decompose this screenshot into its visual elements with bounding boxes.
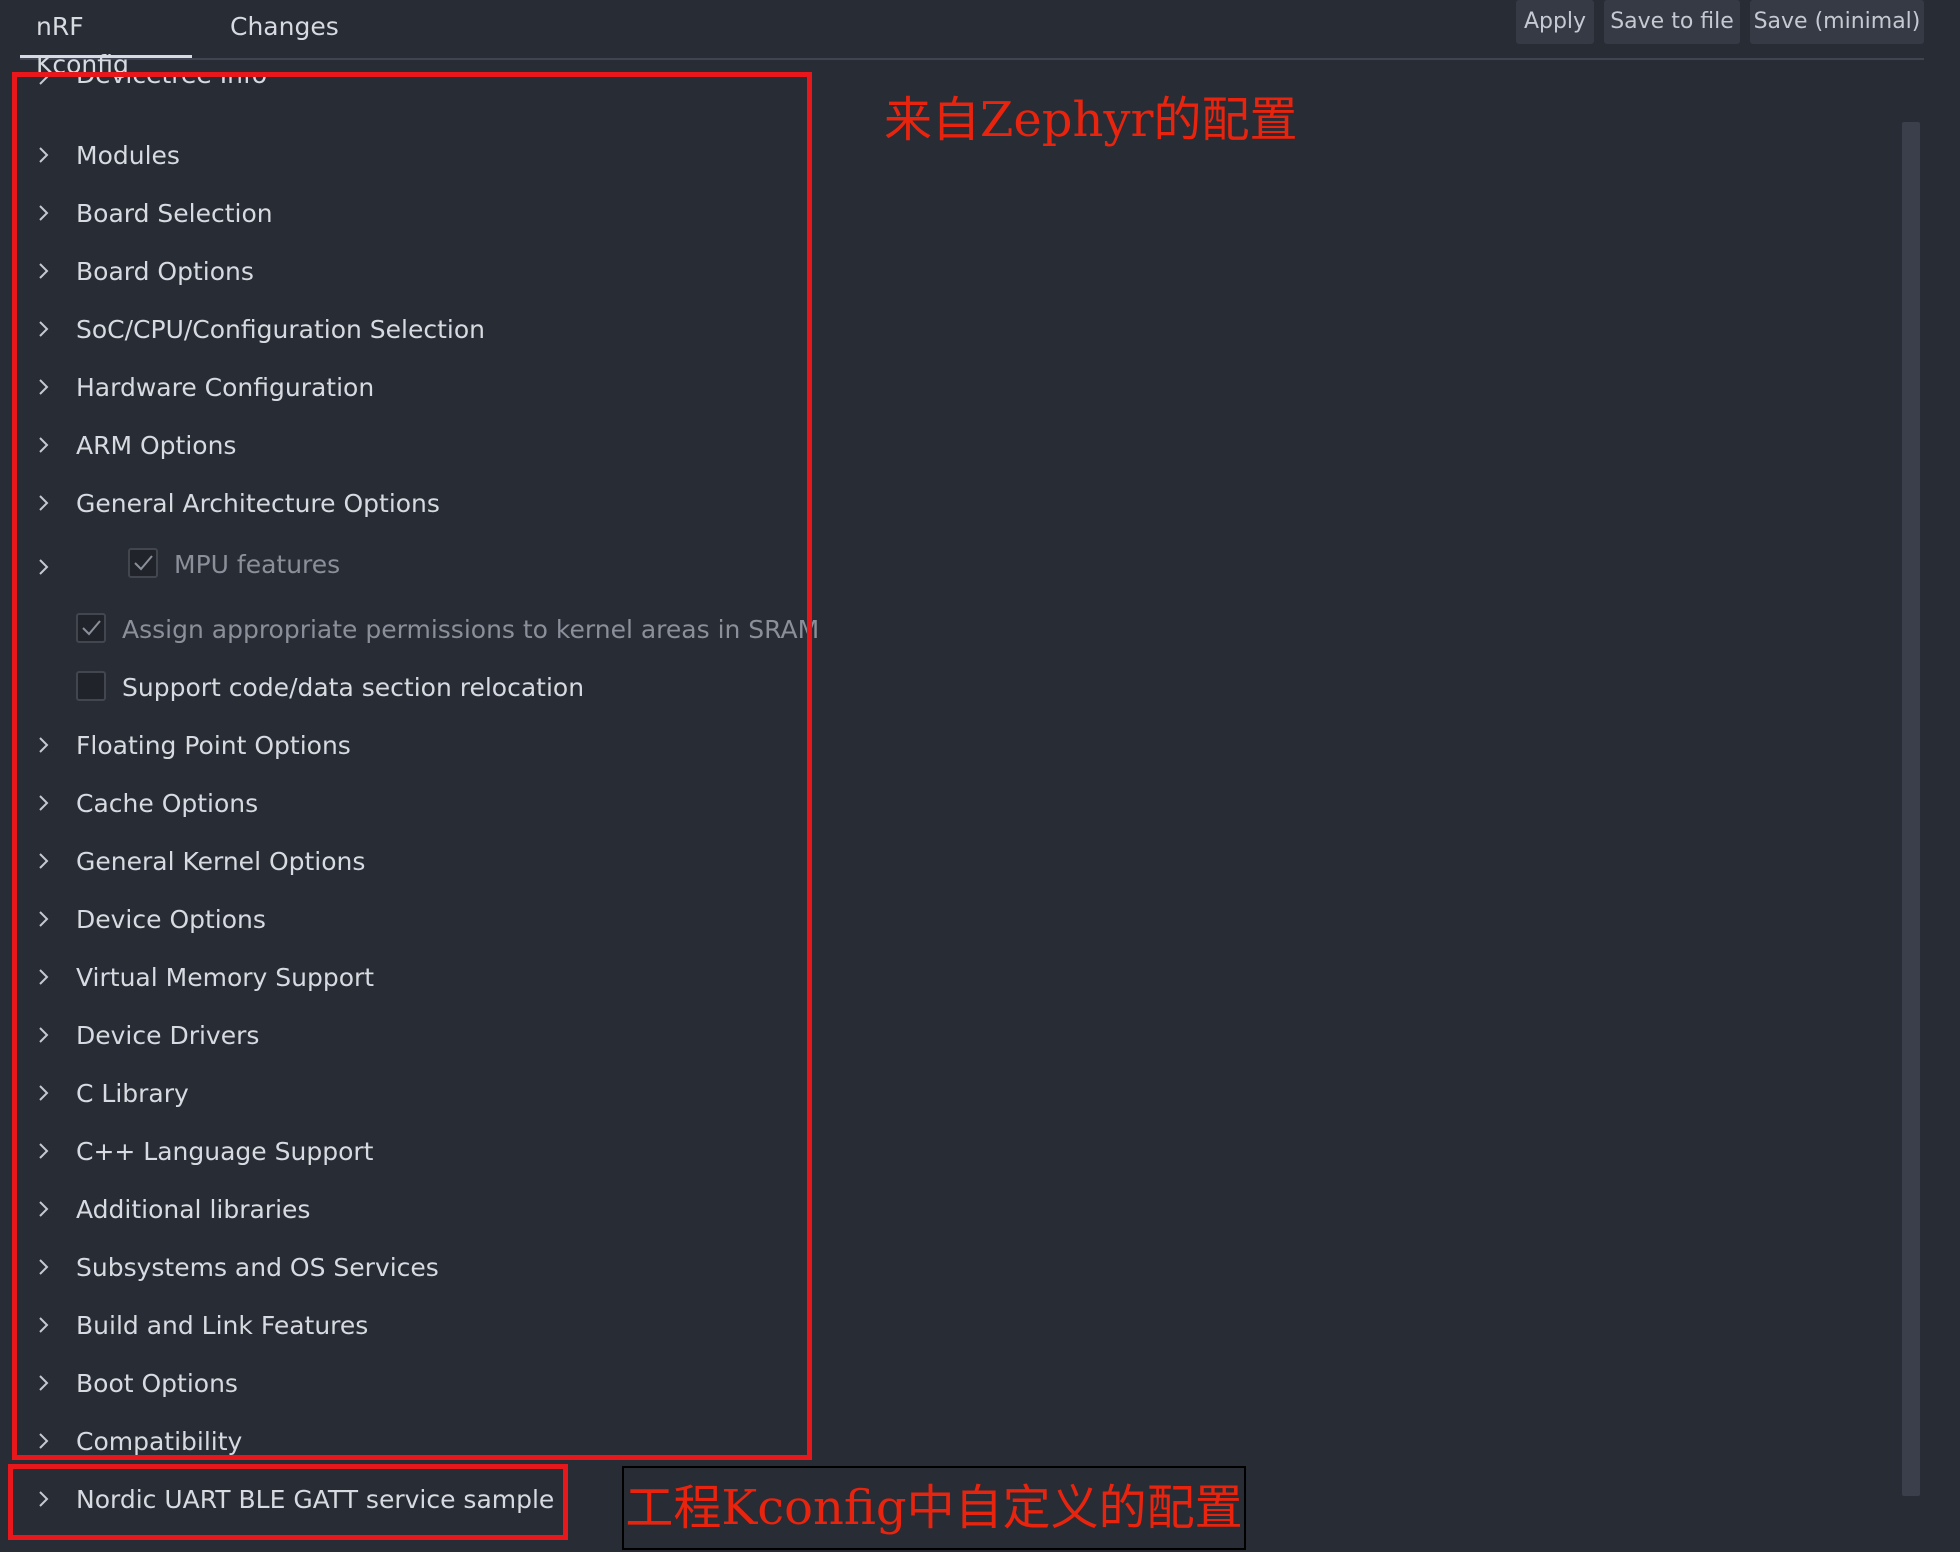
chevron-right-icon[interactable] — [32, 1430, 54, 1452]
chevron-right-icon[interactable] — [32, 144, 54, 166]
chevron-right-icon[interactable] — [32, 966, 54, 988]
tree-item-label: Support code/data section relocation — [122, 673, 585, 702]
tree-item-additional-libraries[interactable]: Additional libraries — [20, 1185, 800, 1235]
tree-item-label: General Architecture Options — [76, 489, 440, 518]
chevron-right-icon[interactable] — [32, 908, 54, 930]
tree-item-kernel-sram-permissions[interactable]: Assign appropriate permissions to kernel… — [20, 605, 819, 655]
tree-item-board-options[interactable]: Board Options — [20, 247, 800, 297]
tree-item-label: Cache Options — [76, 789, 259, 818]
tree-item-label: Board Options — [76, 257, 254, 286]
tree-item-label: Compatibility — [76, 1427, 243, 1456]
tree-item-arm-options[interactable]: ARM Options — [20, 421, 800, 471]
tree-item-label: Assign appropriate permissions to kernel… — [122, 615, 820, 644]
tree-item-label: Board Selection — [76, 199, 273, 228]
chevron-right-icon[interactable] — [32, 850, 54, 872]
tree-item-modules[interactable]: Modules — [20, 131, 800, 181]
tree-item-build-link-features[interactable]: Build and Link Features — [20, 1301, 800, 1351]
tree-item-code-relocation[interactable]: Support code/data section relocation — [20, 663, 800, 713]
tree-item-label: Modules — [76, 141, 180, 170]
chevron-right-icon[interactable] — [32, 260, 54, 282]
tree-item-label: ARM Options — [76, 431, 237, 460]
save-to-file-button[interactable]: Save to file — [1604, 0, 1740, 44]
code-relocation-checkbox[interactable] — [76, 671, 106, 701]
apply-button[interactable]: Apply — [1516, 0, 1594, 44]
chevron-right-icon[interactable] — [32, 1198, 54, 1220]
chevron-right-icon[interactable] — [32, 318, 54, 340]
tree-item-devicetree-info[interactable]: Devicetree Info — [20, 72, 800, 102]
tree-item-boot-options[interactable]: Boot Options — [20, 1359, 800, 1409]
tree-item-label: Devicetree Info — [76, 72, 268, 89]
tree-item-mpu-features[interactable]: MPU features — [20, 540, 800, 590]
tree-item-label: C++ Language Support — [76, 1137, 374, 1166]
tree-item-label: Additional libraries — [76, 1195, 311, 1224]
chevron-right-icon[interactable] — [32, 1140, 54, 1162]
chevron-right-icon[interactable] — [32, 1082, 54, 1104]
tree-item-label: Nordic UART BLE GATT service sample — [76, 1485, 555, 1514]
tree-item-compatibility[interactable]: Compatibility — [20, 1417, 800, 1467]
tree-item-label: Build and Link Features — [76, 1311, 369, 1340]
tree-item-device-drivers[interactable]: Device Drivers — [20, 1011, 800, 1061]
tree-item-label: Device Options — [76, 905, 266, 934]
chevron-right-icon[interactable] — [32, 376, 54, 398]
chevron-right-icon[interactable] — [32, 492, 54, 514]
tree-item-hardware-configuration[interactable]: Hardware Configuration — [20, 363, 800, 413]
tree-item-label: SoC/CPU/Configuration Selection — [76, 315, 485, 344]
tree-item-label: Device Drivers — [76, 1021, 260, 1050]
config-tree: Devicetree Info Modules Board Selection … — [0, 0, 820, 1552]
tree-item-device-options[interactable]: Device Options — [20, 895, 800, 945]
chevron-right-icon[interactable] — [32, 1314, 54, 1336]
tree-item-label: Boot Options — [76, 1369, 238, 1398]
kconfig-window: nRF Kconfig Changes Apply Save to file S… — [0, 0, 1960, 1552]
tree-item-label: Virtual Memory Support — [76, 963, 375, 992]
chevron-right-icon[interactable] — [32, 202, 54, 224]
tree-item-subsystems-os-services[interactable]: Subsystems and OS Services — [20, 1243, 800, 1293]
tree-item-cache-options[interactable]: Cache Options — [20, 779, 800, 829]
chevron-right-icon[interactable] — [32, 734, 54, 756]
tree-item-soc-cpu-selection[interactable]: SoC/CPU/Configuration Selection — [20, 305, 800, 355]
save-minimal-button[interactable]: Save (minimal) — [1750, 0, 1924, 44]
tree-item-label: General Kernel Options — [76, 847, 366, 876]
chevron-right-icon[interactable] — [32, 1372, 54, 1394]
tree-item-label: Floating Point Options — [76, 731, 351, 760]
chevron-right-icon[interactable] — [32, 1488, 54, 1510]
tree-item-virtual-memory-support[interactable]: Virtual Memory Support — [20, 953, 800, 1003]
tree-item-c-library[interactable]: C Library — [20, 1069, 800, 1119]
tree-item-general-architecture-options[interactable]: General Architecture Options — [20, 479, 800, 529]
tree-item-general-kernel-options[interactable]: General Kernel Options — [20, 837, 800, 887]
chevron-right-icon[interactable] — [32, 72, 54, 88]
zephyr-config-annotation: 来自Zephyr的配置 — [884, 92, 1298, 148]
chevron-right-icon[interactable] — [32, 556, 54, 578]
tree-item-label: MPU features — [174, 550, 341, 579]
chevron-right-icon[interactable] — [32, 1024, 54, 1046]
mpu-features-checkbox[interactable] — [128, 548, 158, 578]
project-config-annotation: 工程Kconfig中自定义的配置 — [622, 1466, 1246, 1550]
scrollbar[interactable] — [1902, 122, 1920, 1496]
chevron-right-icon[interactable] — [32, 434, 54, 456]
chevron-right-icon[interactable] — [32, 792, 54, 814]
chevron-right-icon[interactable] — [32, 1256, 54, 1278]
tree-item-label: C Library — [76, 1079, 189, 1108]
tree-item-label: Subsystems and OS Services — [76, 1253, 439, 1282]
kernel-sram-permissions-checkbox[interactable] — [76, 613, 106, 643]
tree-item-label: Hardware Configuration — [76, 373, 375, 402]
tree-item-floating-point-options[interactable]: Floating Point Options — [20, 721, 800, 771]
tree-item-board-selection[interactable]: Board Selection — [20, 189, 800, 239]
tree-item-cpp-language-support[interactable]: C++ Language Support — [20, 1127, 800, 1177]
